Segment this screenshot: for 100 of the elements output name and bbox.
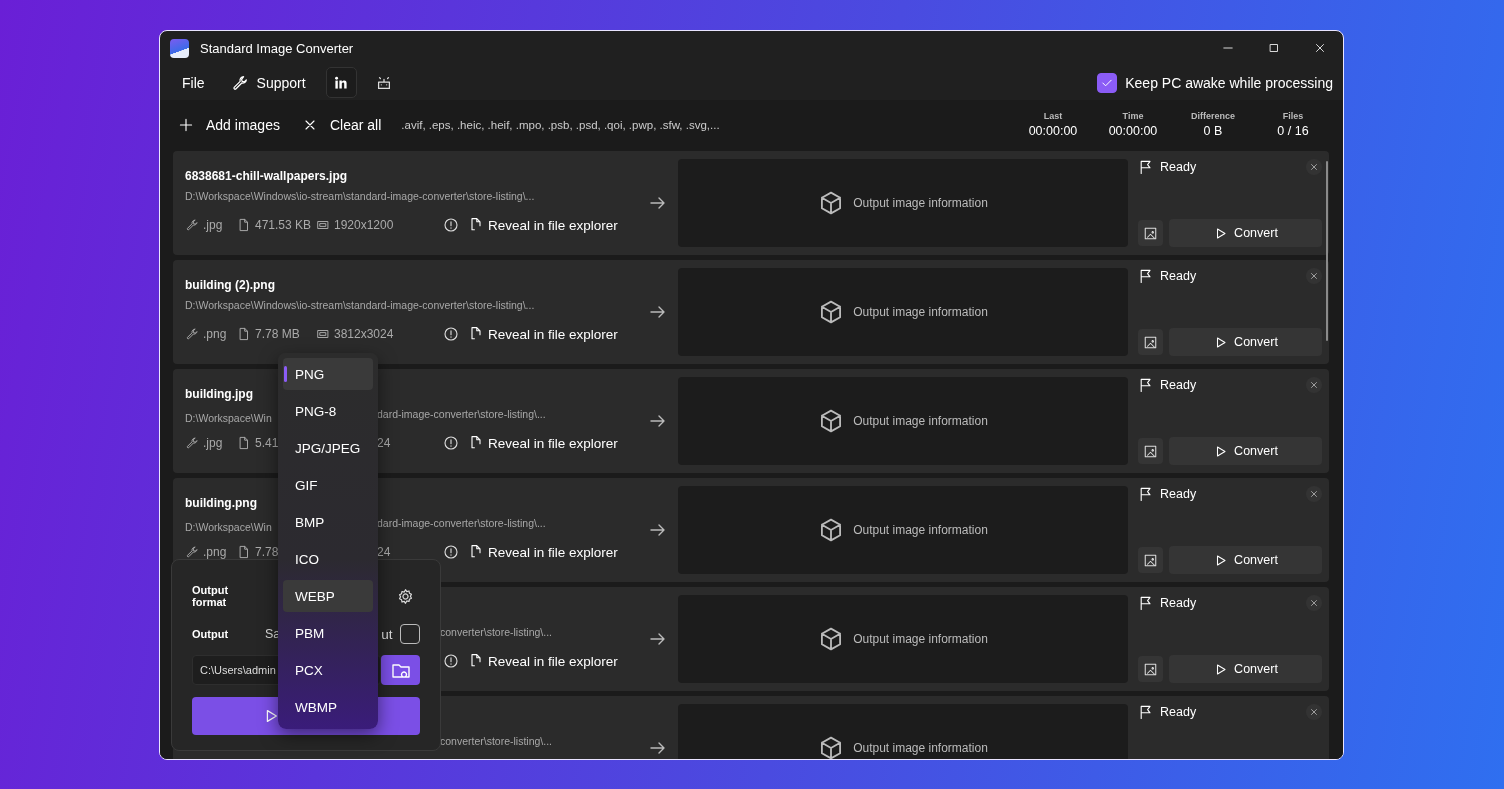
flag-icon [1138,268,1154,284]
status-text: Ready [1160,160,1197,174]
convert-button[interactable]: Convert [1169,655,1322,683]
convert-button[interactable]: Convert [1169,328,1322,356]
preview-button[interactable] [1138,220,1163,246]
format-option[interactable]: PCX [283,654,373,686]
file-extension: .png [203,545,227,559]
reveal-in-explorer-link[interactable]: Reveal in file explorer [468,217,618,233]
convert-button[interactable]: Convert [1169,437,1322,465]
convert-button[interactable]: Convert [1169,219,1322,247]
format-option[interactable]: BMP [283,506,373,538]
convert-button[interactable]: Convert [1169,546,1322,574]
file-path: D:\Workspace\Windows\io-stream\standard-image-converter\store-listing\... [185,190,535,204]
stat-label: Time [1122,111,1144,121]
info-icon [443,217,459,233]
file-name: building (2).png [185,278,276,294]
preview-button[interactable] [1138,656,1163,682]
stat-label: Difference [1191,111,1235,121]
flag-icon [1138,377,1154,393]
file-icon [468,217,484,233]
stat-label: Last [1043,111,1063,121]
wrench-icon [185,545,199,559]
preview-button[interactable] [1138,547,1163,573]
plus-icon [178,116,194,133]
format-option[interactable]: PBM [283,617,373,649]
image-dimensions: 24 [377,436,391,450]
add-images-button[interactable]: Add images [178,109,280,140]
dimensions-icon [316,218,330,232]
close-icon [1309,271,1319,281]
preview-button[interactable] [1138,329,1163,355]
file-icon [237,327,251,341]
image-dimensions: 3812x3024 [334,327,394,341]
remove-button[interactable] [1306,704,1322,720]
image-dimensions: 24 [377,545,391,559]
file-size: 7.78 [255,545,279,559]
format-option[interactable]: PNG [283,358,373,390]
image-icon [1143,225,1158,241]
settings-icon [397,587,414,605]
format-option[interactable]: JPG/JPEG [283,432,373,464]
status-text: Ready [1160,378,1197,392]
file-size: 5.41 [255,436,279,450]
image-icon [1143,552,1158,568]
format-option[interactable]: GIF [283,469,373,501]
file-menu[interactable]: File [172,67,215,98]
output-info-text: Output image information [853,632,988,646]
image-icon [1143,661,1158,677]
file-icon [237,436,251,450]
format-option[interactable]: PNG-8 [283,395,373,427]
output-info-text: Output image information [853,305,988,319]
wrench-icon [230,73,249,92]
output-info-text: Output image information [853,414,988,428]
browse-folder-button[interactable] [381,655,420,685]
reveal-in-explorer-link[interactable]: Reveal in file explorer [468,653,618,669]
reveal-in-explorer-link[interactable]: Reveal in file explorer [468,544,618,560]
stat-label: Files [1282,111,1304,121]
reveal-in-explorer-link[interactable]: Reveal in file explorer [468,326,618,342]
format-option[interactable]: ICO [283,543,373,575]
output-info-text: Output image information [853,196,988,210]
close-icon [1309,707,1319,717]
stat-value: 0 / 16 [1277,124,1309,138]
file-path: D:\Workspace\Win [185,412,272,424]
file-path: dard-image-converter\store-listing\... [377,408,546,422]
file-name: 6838681-chill-wallpapers.jpg [185,169,349,185]
info-icon [443,326,459,342]
stat-value: 00:00:00 [1108,124,1158,138]
remove-button[interactable] [1306,159,1322,175]
reveal-in-explorer-link[interactable]: Reveal in file explorer [468,435,618,451]
linkedin-logo-icon [333,74,350,91]
flag-icon [1138,159,1154,175]
file-icon [237,545,251,559]
close-icon [1309,598,1319,608]
support-menu[interactable]: Support [220,67,316,98]
file-name: building.jpg [185,387,254,403]
keep-awake-checkbox[interactable] [1097,72,1118,93]
remove-button[interactable] [1306,595,1322,611]
file-name: building.png [185,496,258,512]
linkedin-button[interactable] [325,67,357,98]
clear-all-button[interactable]: Clear all [301,109,382,140]
file-icon [468,435,484,451]
file-path: D:\Workspace\Windows\io-stream\standard-image-converter\store-listing\... [185,299,535,313]
output-info-text: Output image information [853,741,988,755]
format-option[interactable]: WEBP [283,580,373,612]
save-option-checkbox[interactable] [400,624,420,644]
remove-button[interactable] [1306,377,1322,393]
remove-button[interactable] [1306,268,1322,284]
image-icon [1143,443,1158,459]
flag-icon [1138,595,1154,611]
scrollbar[interactable] [1326,161,1328,341]
settings-button[interactable] [397,587,414,605]
format-option[interactable]: WBMP [283,691,373,723]
preview-button[interactable] [1138,438,1163,464]
supported-formats: .avif, .eps, .heic, .heif, .mpo, .psb, .psd, .qoi, .pwp, .sfw, .svg,... [401,118,720,131]
file-icon [468,326,484,342]
status-text: Ready [1160,269,1197,283]
remove-button[interactable] [1306,486,1322,502]
wrench-icon [185,327,199,341]
app-logo-icon [170,38,189,58]
flag-icon [1138,486,1154,502]
file-icon [468,544,484,560]
status-text: Ready [1160,705,1197,719]
